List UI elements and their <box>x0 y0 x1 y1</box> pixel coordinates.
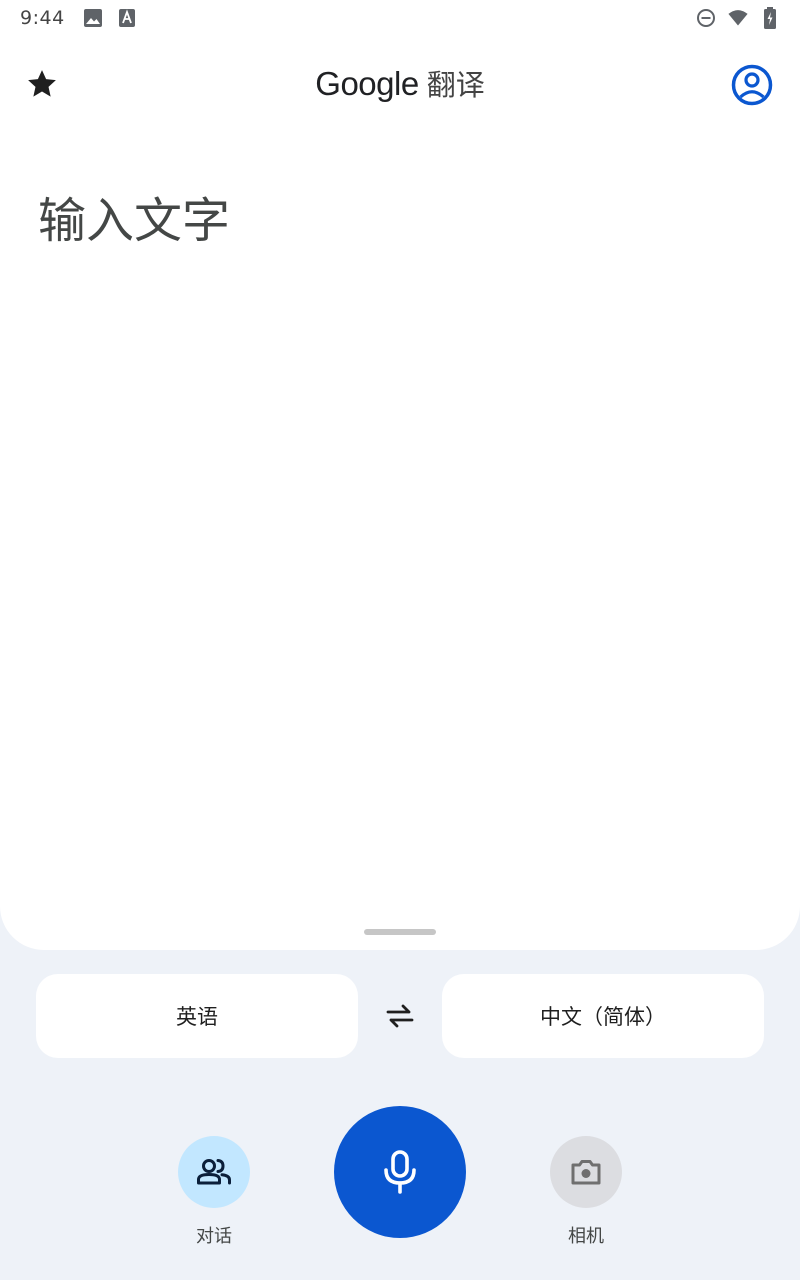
swap-languages-button[interactable] <box>380 996 420 1036</box>
camera-action: 相机 <box>550 1136 622 1248</box>
image-icon <box>83 8 103 28</box>
status-time: 9:44 <box>20 7 65 29</box>
do-not-disturb-icon <box>696 8 716 28</box>
camera-icon <box>571 1160 601 1185</box>
people-icon <box>197 1159 231 1185</box>
wifi-icon <box>728 8 748 28</box>
account-circle-icon <box>731 64 773 106</box>
target-language-button[interactable]: 中文（简体） <box>442 974 764 1058</box>
status-right-icons <box>696 7 780 29</box>
sheet-drag-handle[interactable] <box>364 929 436 935</box>
app-title-suffix: 翻译 <box>426 68 485 102</box>
app-title: Google 翻译 <box>0 62 800 104</box>
camera-label: 相机 <box>568 1226 604 1247</box>
status-bar: 9:44 <box>0 0 800 36</box>
camera-button[interactable] <box>550 1136 622 1208</box>
account-button[interactable] <box>730 63 774 107</box>
battery-charging-icon <box>760 7 780 29</box>
source-language-label: 英语 <box>176 1005 218 1029</box>
conversation-button[interactable] <box>178 1136 250 1208</box>
translation-input-sheet: Google 翻译 输入文字 <box>0 36 800 950</box>
conversation-label: 对话 <box>196 1226 232 1247</box>
microphone-icon <box>384 1150 416 1194</box>
conversation-action: 对话 <box>178 1136 250 1248</box>
language-selector: 英语 中文（简体） <box>36 974 764 1058</box>
swap-arrows-icon <box>386 1004 414 1028</box>
voice-input-button[interactable] <box>334 1106 466 1238</box>
brand-logo-text: Google <box>315 65 419 102</box>
target-language-label: 中文（简体） <box>540 1005 666 1029</box>
source-text-input[interactable]: 输入文字 <box>38 181 758 251</box>
text-a-icon <box>117 8 137 28</box>
source-language-button[interactable]: 英语 <box>36 974 358 1058</box>
app-bar: Google 翻译 <box>0 36 800 132</box>
status-left-icons <box>83 8 137 28</box>
